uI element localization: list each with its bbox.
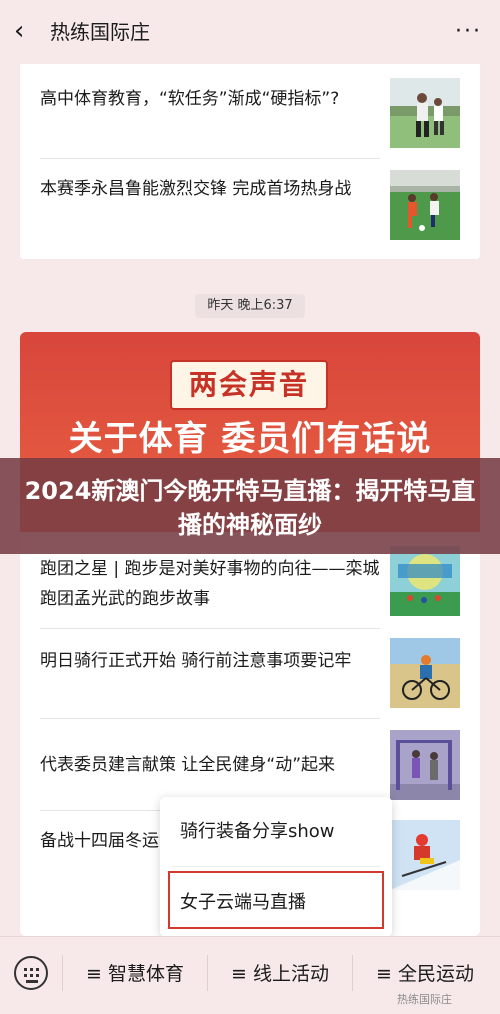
article-title[interactable]: 代表委员建言献策 让全民健身“动”起来 (40, 750, 380, 780)
article-thumbnail-fitness[interactable] (390, 730, 460, 800)
divider (40, 158, 380, 159)
bottom-menu-bar: ≡ 智慧体育 ≡ 线上活动 ≡ 全民运动 热练国际庄 (0, 936, 500, 1014)
banner-tag: 两会声音 (170, 360, 328, 410)
keyboard-icon[interactable] (14, 956, 48, 990)
menu-smart-sports[interactable]: ≡ 智慧体育 (86, 957, 184, 991)
top-nav-bar: ‹ 热练国际庄 ··· (0, 0, 500, 64)
menu-national-fitness[interactable]: ≡ 全民运动 (376, 957, 474, 991)
highlight-box (168, 871, 384, 929)
submenu-popup: 骑行装备分享show 女子云端马直播 (160, 797, 392, 937)
article-title[interactable]: 跑团之星 | 跑步是对美好事物的向往——栾城跑团孟光武的跑步故事 (40, 554, 380, 614)
overlay-title: 2024新澳门今晚开特马直播：揭开特马直播的神秘面纱 (24, 477, 476, 539)
divider (172, 866, 380, 867)
overlay-title-band: 2024新澳门今晚开特马直播：揭开特马直播的神秘面纱 (0, 458, 500, 554)
article-title[interactable]: 本赛季永昌鲁能激烈交锋 完成首场热身战 (40, 174, 380, 204)
menu-online-activities[interactable]: ≡ 线上活动 (231, 957, 329, 991)
watermark: 热练国际庄 (397, 993, 452, 1006)
divider (40, 718, 380, 719)
article-thumbnail-cycling[interactable] (390, 638, 460, 708)
back-icon[interactable]: ‹ (14, 16, 38, 46)
timestamp-badge: 昨天 晚上6:37 (195, 294, 305, 318)
divider (62, 955, 63, 991)
article-card-top: 高中体育教育，“软任务”渐成“硬指标”? 本赛季永昌鲁能激烈交锋 完成首场热身战 (20, 64, 480, 259)
divider (352, 955, 353, 991)
article-thumbnail-football[interactable] (390, 78, 460, 148)
divider (207, 955, 208, 991)
more-options-icon[interactable]: ··· (455, 18, 482, 46)
article-thumbnail-running-poster[interactable] (390, 546, 460, 616)
menu-item-cycling-gear[interactable]: 骑行装备分享show (160, 799, 392, 865)
page-title: 热练国际庄 (50, 20, 150, 44)
article-title[interactable]: 高中体育教育，“软任务”渐成“硬指标”? (40, 84, 380, 114)
article-thumbnail-skiing[interactable] (390, 820, 460, 890)
divider (40, 628, 380, 629)
banner-headline: 关于体育 委员们有话说 (68, 419, 432, 459)
article-thumbnail-soccer-match[interactable] (390, 170, 460, 240)
article-title[interactable]: 明日骑行正式开始 骑行前注意事项要记牢 (40, 646, 380, 676)
